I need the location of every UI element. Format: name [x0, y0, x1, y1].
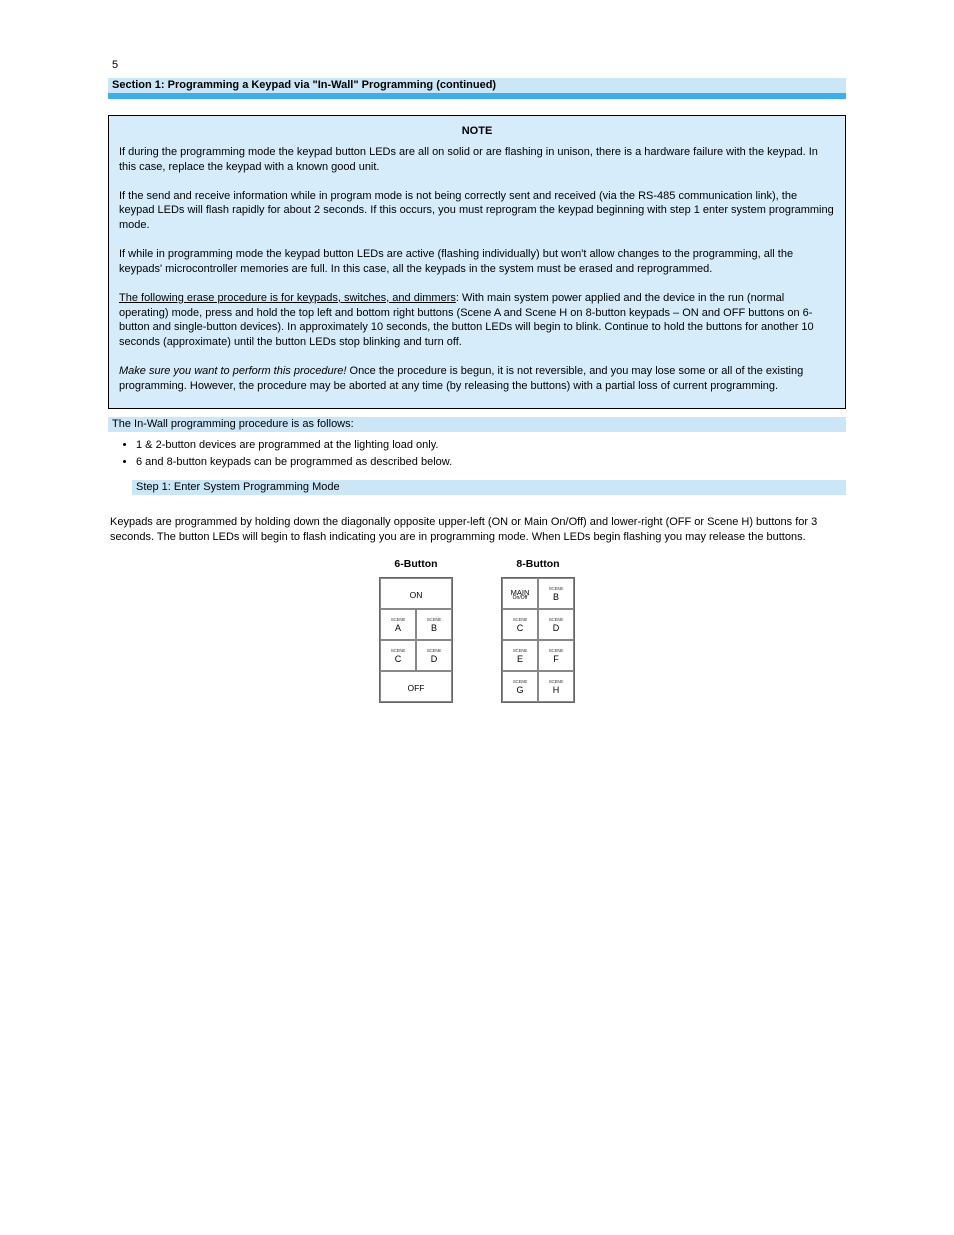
step1-intro: Keypads are programmed by holding down t…: [110, 515, 844, 546]
kp8-main: MAINOn/Off: [502, 578, 538, 609]
keypad-6-title: 6-Button: [379, 557, 453, 571]
kp8-e: SCENEE: [502, 640, 538, 671]
kp8-f: SCENEF: [538, 640, 574, 671]
note-title: NOTE: [119, 124, 835, 139]
note-p5-italic: Make sure you want to perform this proce…: [119, 365, 346, 377]
note-paragraph-3: If while in programming mode the keypad …: [119, 247, 835, 277]
procedure-bullets: 1 & 2-button devices are programmed at t…: [136, 438, 846, 470]
note-paragraph-4: The following erase procedure is for key…: [119, 291, 835, 350]
bullet-1: 1 & 2-button devices are programmed at t…: [136, 438, 846, 453]
kp8-c: SCENEC: [502, 609, 538, 640]
note-paragraph-2: If the send and receive information whil…: [119, 189, 835, 234]
kp8-d: SCENED: [538, 609, 574, 640]
kp6-b: SCENEB: [416, 609, 452, 640]
section-heading-bar: Section 1: Programming a Keypad via "In-…: [108, 78, 846, 99]
kp6-off: OFF: [380, 671, 452, 702]
step1-title-bar: Step 1: Enter System Programming Mode: [132, 480, 846, 495]
kp8-h: SCENEH: [538, 671, 574, 702]
note-p4-underline: The following erase procedure is for key…: [119, 292, 456, 304]
procedure-title-bar: The In-Wall programming procedure is as …: [108, 417, 846, 432]
keypad-6-button: 6-Button ON SCENEA SCENEB SCENEC SCENED …: [379, 557, 453, 703]
note-box: NOTE If during the programming mode the …: [108, 115, 846, 409]
keypad-6-grid: ON SCENEA SCENEB SCENEC SCENED OFF: [379, 577, 453, 703]
page-number: 5: [112, 58, 118, 73]
heading-underline: [108, 93, 846, 99]
keypad-diagrams: 6-Button ON SCENEA SCENEB SCENEC SCENED …: [108, 557, 846, 703]
note-paragraph-1: If during the programming mode the keypa…: [119, 145, 835, 175]
kp8-g: SCENEG: [502, 671, 538, 702]
kp8-b: SCENEB: [538, 578, 574, 609]
section-heading: Section 1: Programming a Keypad via "In-…: [108, 78, 846, 93]
kp6-a: SCENEA: [380, 609, 416, 640]
kp6-on: ON: [380, 578, 452, 609]
note-paragraph-5: Make sure you want to perform this proce…: [119, 364, 835, 394]
keypad-8-button: 8-Button MAINOn/Off SCENEB SCENEC SCENED…: [501, 557, 575, 703]
kp6-d: SCENED: [416, 640, 452, 671]
keypad-8-title: 8-Button: [501, 557, 575, 571]
kp6-c: SCENEC: [380, 640, 416, 671]
keypad-8-grid: MAINOn/Off SCENEB SCENEC SCENED SCENEE S…: [501, 577, 575, 703]
bullet-2: 6 and 8-button keypads can be programmed…: [136, 455, 846, 470]
